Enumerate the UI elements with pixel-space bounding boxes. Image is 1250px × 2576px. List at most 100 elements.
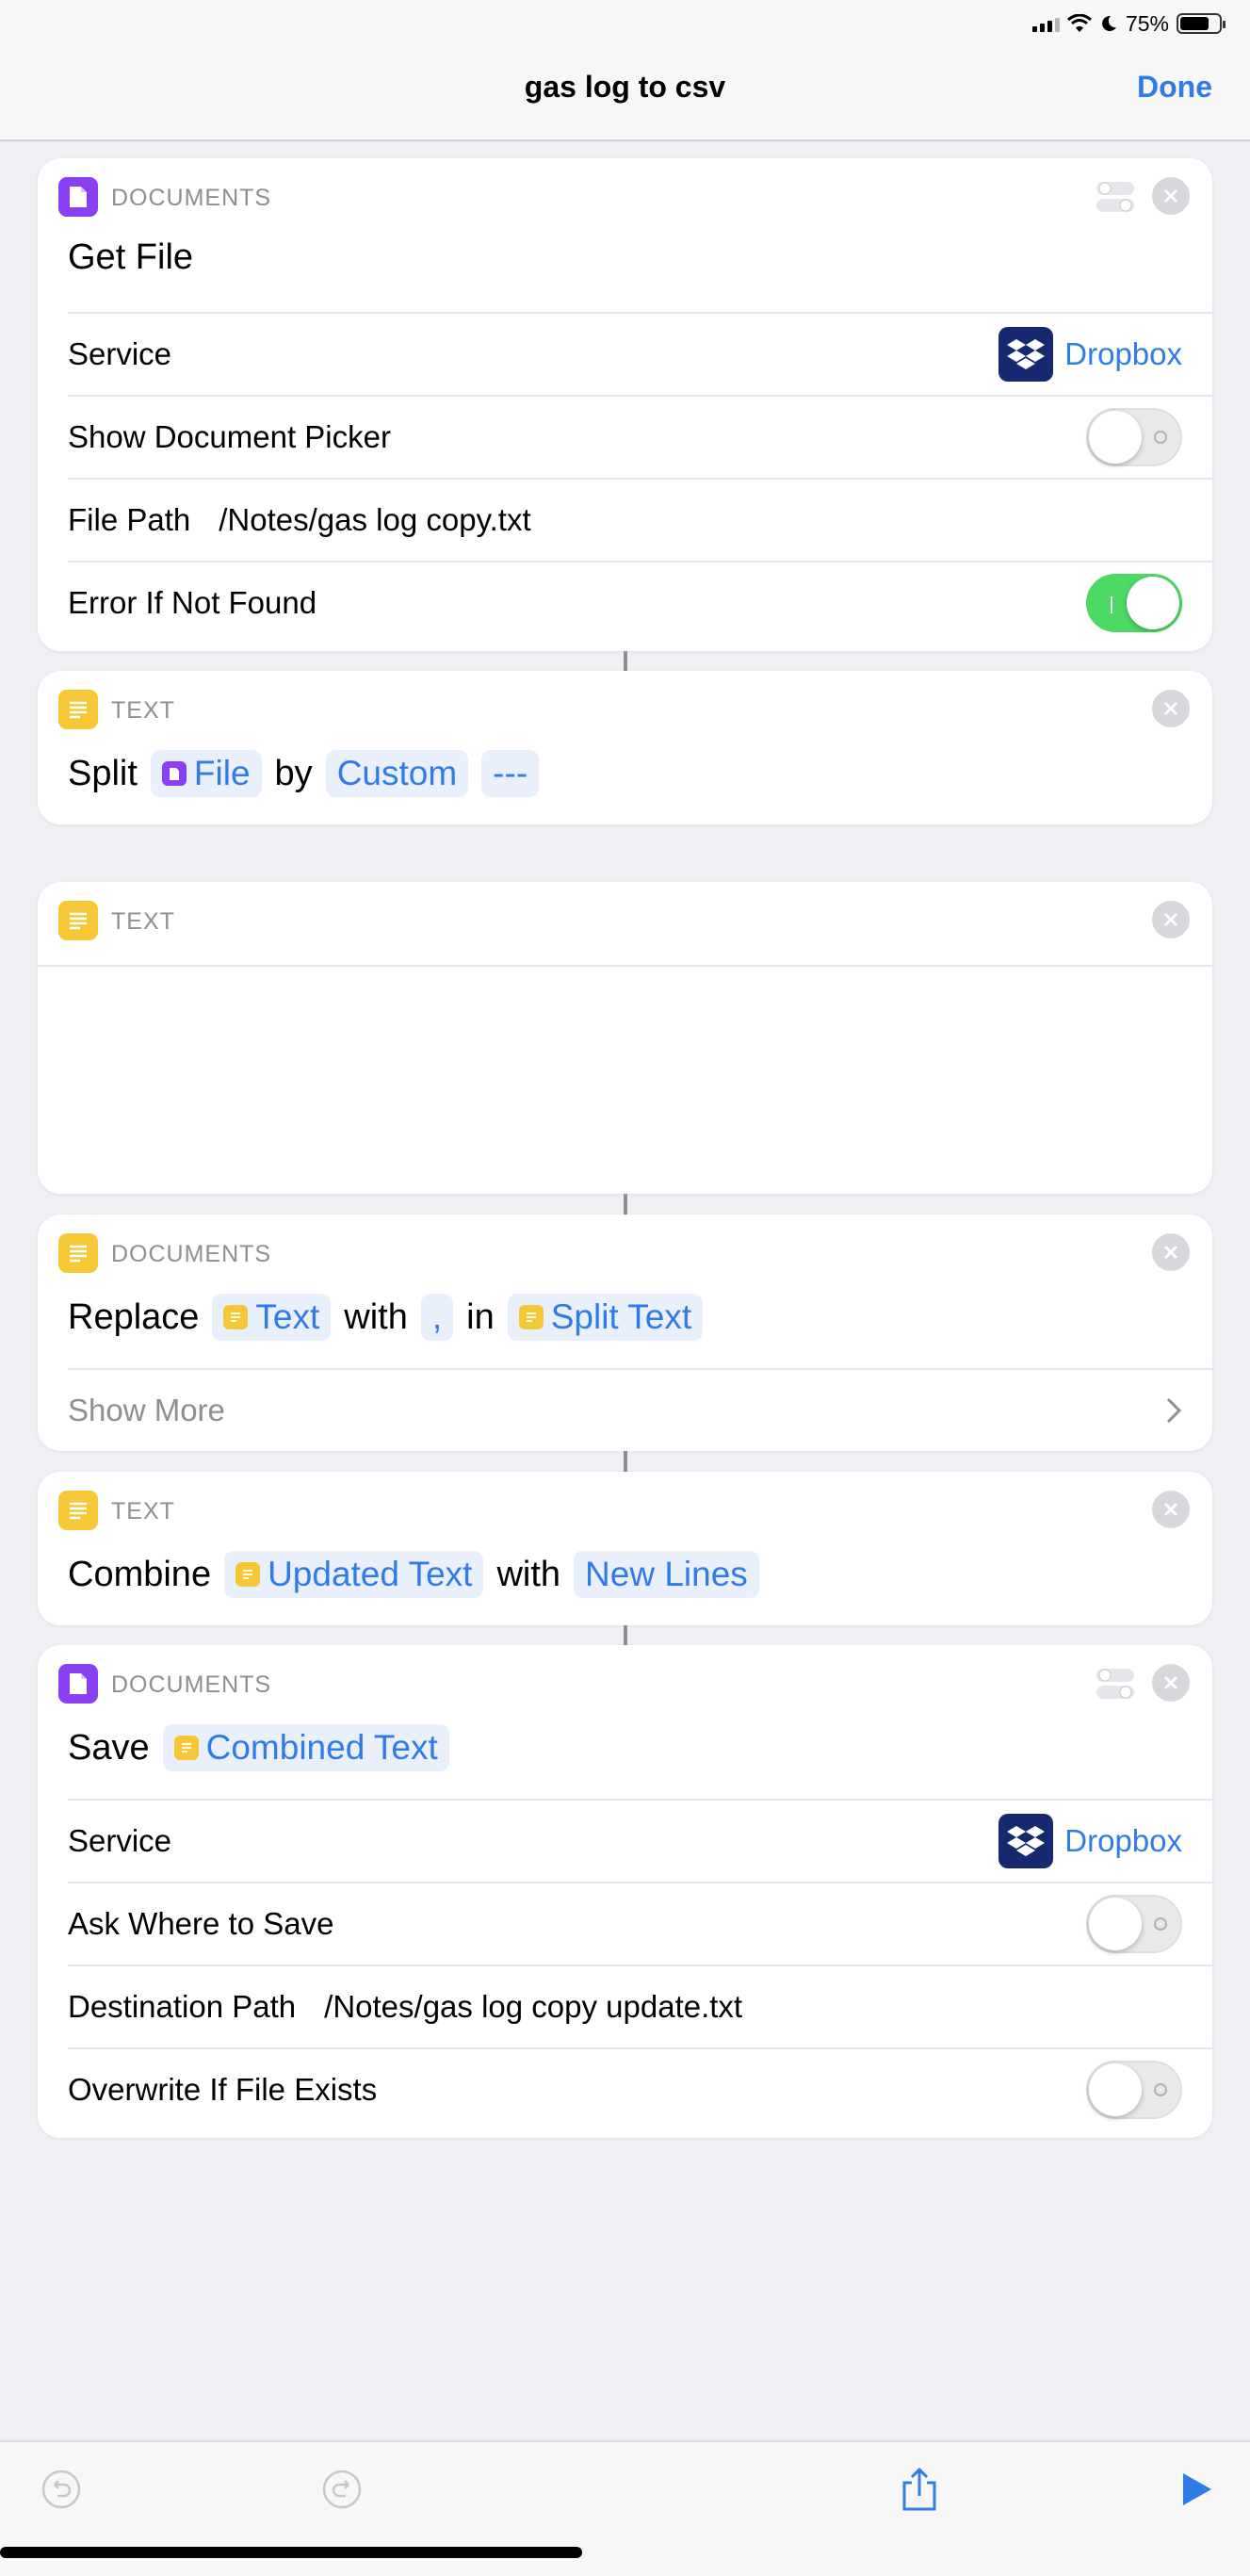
service-row[interactable]: Service Dropbox (68, 312, 1212, 395)
text-icon (58, 901, 98, 940)
get-file-action[interactable]: DOCUMENTS Get File Service Dropbox Show … (38, 158, 1212, 651)
service-value: Dropbox (1064, 336, 1182, 371)
custom-separator-token[interactable]: --- (481, 750, 540, 797)
text-icon (58, 1491, 98, 1530)
done-button[interactable]: Done (1137, 70, 1212, 105)
action-title: Get File (68, 237, 193, 278)
share-icon[interactable] (893, 2463, 946, 2516)
connector-line (624, 1625, 627, 1645)
text-icon (58, 690, 98, 729)
service-label: Service (68, 1823, 172, 1858)
combine-line: Combine Updated Text with New Lines (68, 1551, 759, 1598)
text-icon (58, 1233, 98, 1273)
text-icon (173, 1736, 199, 1760)
service-picker[interactable]: Dropbox (998, 327, 1182, 382)
dropbox-icon (998, 1814, 1054, 1868)
combined-text-variable-token[interactable]: Combined Text (162, 1724, 449, 1771)
show-more-label: Show More (68, 1393, 225, 1427)
undo-icon[interactable] (35, 2463, 88, 2516)
combine-text-action[interactable]: TEXT Combine Updated Text with New Lines (38, 1472, 1212, 1625)
file-path-row: File Path /Notes/gas log copy.txt (68, 478, 1212, 561)
separator-mode-token[interactable]: Custom (325, 750, 469, 797)
split-text-variable-token[interactable]: Split Text (507, 1294, 704, 1341)
file-variable-token[interactable]: File (150, 750, 262, 797)
split-line: Split File by Custom --- (68, 750, 540, 797)
replace-with-text: with (344, 1296, 408, 1337)
status-bar: 75% (1031, 8, 1226, 40)
replace-verb: Replace (68, 1296, 200, 1337)
close-icon[interactable] (1152, 1233, 1190, 1271)
action-header: DOCUMENTS (38, 1645, 1212, 1724)
split-text-action[interactable]: TEXT Split File by Custom --- (38, 671, 1212, 824)
ask-where-switch[interactable] (1086, 1895, 1182, 1953)
category-label: TEXT (111, 1498, 175, 1524)
ask-where-row: Ask Where to Save (68, 1882, 1212, 1965)
category-label: DOCUMENTS (111, 1671, 272, 1698)
document-picker-row: Show Document Picker (68, 395, 1212, 478)
action-header: TEXT (38, 1472, 1212, 1551)
documents-icon (58, 1664, 98, 1704)
show-more-row[interactable]: Show More (68, 1368, 1212, 1451)
separator-token[interactable]: New Lines (574, 1551, 759, 1598)
destination-path-field[interactable]: /Notes/gas log copy update.txt (324, 1989, 742, 2025)
file-path-label: File Path (68, 502, 191, 537)
parameters-toggle-icon[interactable] (1096, 1664, 1135, 1704)
close-icon[interactable] (1152, 1664, 1190, 1702)
split-by-text: by (274, 753, 313, 793)
battery-percent: 75% (1125, 10, 1169, 36)
moon-icon (1102, 15, 1116, 31)
ask-where-label: Ask Where to Save (68, 1906, 334, 1941)
updated-text-variable-token[interactable]: Updated Text (224, 1551, 484, 1598)
overwrite-switch[interactable] (1086, 2061, 1182, 2119)
dropbox-icon (998, 327, 1054, 382)
destination-path-label: Destination Path (68, 1989, 297, 2024)
redo-icon[interactable] (316, 2463, 368, 2516)
close-icon[interactable] (1152, 690, 1190, 727)
connector-line (624, 1451, 627, 1472)
service-row[interactable]: Service Dropbox (68, 1799, 1212, 1882)
close-icon[interactable] (1152, 1491, 1190, 1528)
error-not-found-label: Error If Not Found (68, 585, 317, 620)
documents-icon (161, 761, 187, 786)
document-picker-label: Show Document Picker (68, 419, 391, 454)
action-header: DOCUMENTS (38, 1215, 1212, 1294)
wifi-icon (1066, 14, 1092, 32)
destination-path-row: Destination Path /Notes/gas log copy upd… (68, 1965, 1212, 2047)
document-picker-switch[interactable] (1086, 408, 1182, 466)
service-picker[interactable]: Dropbox (998, 1814, 1182, 1868)
cellular-signal-icon (1031, 15, 1060, 32)
action-title-text: Get File (68, 237, 194, 277)
close-icon[interactable] (1152, 901, 1190, 938)
service-value: Dropbox (1064, 1823, 1182, 1858)
text-icon (223, 1305, 249, 1329)
category-label: TEXT (111, 697, 175, 724)
close-icon[interactable] (1152, 177, 1190, 215)
replace-line: Replace Text with , in Split Text (68, 1294, 704, 1341)
text-variable-token[interactable]: Text (212, 1294, 332, 1341)
replacement-token[interactable]: , (420, 1294, 454, 1341)
text-input-area[interactable] (38, 967, 1212, 1194)
action-header: TEXT (38, 671, 1212, 750)
home-indicator (0, 2547, 582, 2558)
text-icon (235, 1562, 261, 1587)
overwrite-row: Overwrite If File Exists (68, 2047, 1212, 2130)
file-path-field[interactable]: /Notes/gas log copy.txt (219, 502, 530, 538)
chevron-right-icon (1165, 1396, 1182, 1425)
combine-with-text: with (496, 1554, 561, 1594)
split-verb: Split (68, 753, 138, 793)
play-icon[interactable] (1171, 2463, 1224, 2516)
top-bar: 75% gas log to csv Done (0, 0, 1250, 141)
battery-icon (1177, 13, 1226, 34)
save-file-action[interactable]: DOCUMENTS Save Combined Text Service Dro… (38, 1645, 1212, 2138)
action-header: TEXT (38, 882, 1212, 967)
error-not-found-switch[interactable] (1086, 574, 1182, 632)
replace-text-action[interactable]: DOCUMENTS Replace Text with , in Split T… (38, 1215, 1212, 1451)
save-line: Save Combined Text (68, 1724, 449, 1771)
error-not-found-row: Error If Not Found (68, 561, 1212, 644)
overwrite-label: Overwrite If File Exists (68, 2072, 378, 2107)
text-action[interactable]: TEXT (38, 882, 1212, 1194)
combine-verb: Combine (68, 1554, 212, 1594)
parameters-toggle-icon[interactable] (1096, 177, 1135, 217)
action-header: DOCUMENTS (38, 158, 1212, 237)
connector-line (624, 651, 627, 671)
